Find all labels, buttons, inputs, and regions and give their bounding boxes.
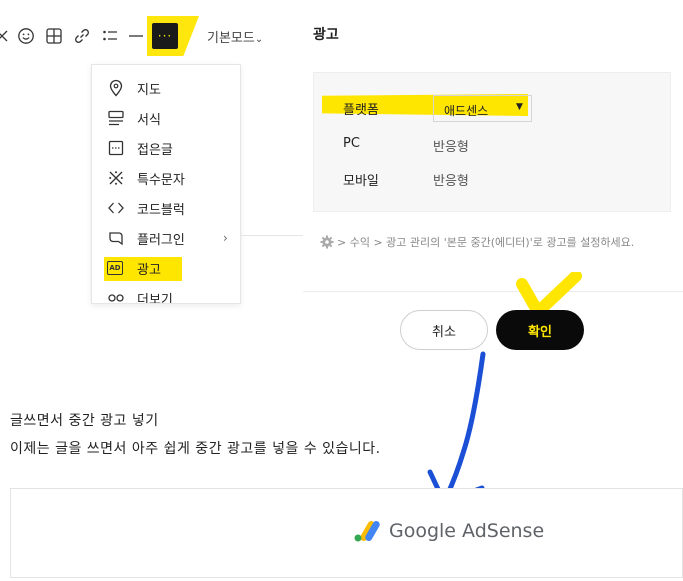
arrow-annotation	[427, 351, 486, 505]
menu-item-label: 특수문자	[137, 172, 185, 188]
content-text: 이제는 글을 쓰면서 아주 쉽게 중간 광고를 넣을 수 있습니다.	[10, 441, 381, 457]
menu-item-plugin[interactable]: 플러그인 ›	[92, 223, 240, 253]
mode-label: 기본모드	[207, 31, 255, 46]
menu-item-map[interactable]: 지도	[92, 73, 240, 103]
menu-item-special-char[interactable]: 특수문자	[92, 163, 240, 193]
pc-value: 반응형	[433, 140, 469, 155]
menu-item-label: 지도	[137, 82, 161, 98]
caret-down-icon: ▼	[516, 102, 523, 112]
ad-icon: AD	[107, 261, 123, 275]
emoji-icon[interactable]	[16, 26, 36, 46]
cancel-button[interactable]: 취소	[400, 310, 488, 350]
map-pin-icon	[107, 79, 125, 97]
settings-note-text: > 수익 > 광고 관리의 '본문 중간(에디터)'로 광고를 설정하세요.	[337, 236, 635, 249]
adsense-icon	[354, 521, 380, 542]
format-icon	[107, 109, 125, 127]
more-link-icon	[107, 289, 125, 303]
mobile-label: 모바일	[343, 174, 379, 189]
insert-menu: 지도 서식 접은글 특수문자 코드블럭 플러그인 › AD 광고 더보기	[91, 64, 241, 304]
platform-select-value: 애드센스	[444, 104, 489, 118]
folded-text-icon	[107, 139, 125, 157]
adsense-wordmark: Google AdSense	[389, 520, 545, 542]
chevron-right-icon: ›	[223, 231, 228, 245]
special-char-icon	[107, 169, 125, 187]
more-button[interactable]: ···	[152, 23, 178, 49]
code-block-icon	[107, 199, 125, 217]
menu-item-label: 접은글	[137, 142, 173, 158]
ad-icon-text: AD	[109, 264, 121, 272]
ad-settings-panel	[313, 72, 671, 212]
editor-divider	[241, 235, 303, 236]
mobile-value: 반응형	[433, 174, 469, 189]
menu-item-more[interactable]: 더보기	[92, 283, 240, 304]
menu-item-label: 광고	[137, 262, 161, 278]
horizontal-rule-icon[interactable]	[126, 26, 146, 46]
menu-item-label: 서식	[137, 112, 161, 128]
menu-item-label: 플러그인	[137, 232, 185, 248]
platform-select[interactable]: 애드센스 ▼	[433, 95, 532, 122]
dialog-divider	[303, 291, 683, 292]
table-icon[interactable]	[44, 26, 64, 46]
pc-label: PC	[343, 136, 360, 151]
menu-item-label: 코드블럭	[137, 202, 185, 218]
chevron-down-icon: ⌄	[254, 34, 264, 45]
menu-item-code-block[interactable]: 코드블럭	[92, 193, 240, 223]
settings-note: > 수익 > 광고 관리의 '본문 중간(에디터)'로 광고를 설정하세요.	[320, 234, 634, 250]
menu-item-label: 더보기	[137, 292, 173, 304]
content-heading: 글쓰면서 중간 광고 넣기	[10, 413, 159, 429]
link-icon[interactable]	[72, 26, 92, 46]
list-icon[interactable]	[100, 26, 120, 46]
adsense-logo: Google AdSense	[353, 519, 544, 543]
menu-item-ad[interactable]: AD 광고	[92, 253, 240, 283]
gear-icon	[320, 235, 334, 249]
more-icon: ···	[157, 29, 173, 43]
mode-selector[interactable]: 기본모드⌄	[207, 27, 263, 46]
confirm-button[interactable]: 확인	[496, 310, 584, 350]
editor-toolbar: ··· 기본모드⌄	[0, 16, 300, 56]
plugin-icon	[107, 229, 125, 247]
menu-item-format[interactable]: 서식	[92, 103, 240, 133]
dialog-title: 광고	[313, 27, 339, 43]
ad-placeholder	[10, 488, 683, 578]
format-partial-icon[interactable]	[0, 26, 12, 46]
menu-item-folded-text[interactable]: 접은글	[92, 133, 240, 163]
platform-label: 플랫폼	[343, 103, 379, 118]
